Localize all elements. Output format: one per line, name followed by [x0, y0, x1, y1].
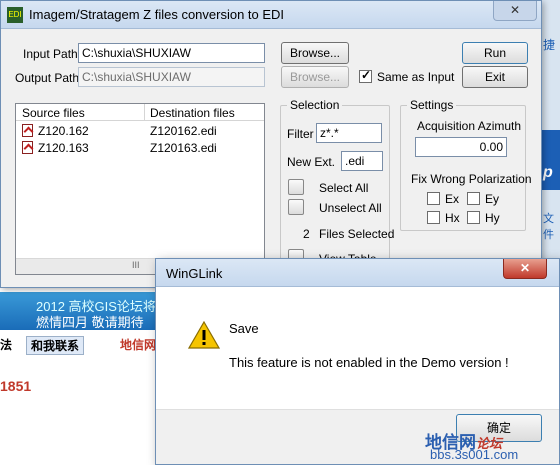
side-text: p: [543, 164, 553, 181]
browse-input-button[interactable]: Browse...: [281, 42, 349, 64]
side-text: 捷: [543, 38, 556, 52]
filter-label: Filter: [287, 127, 314, 141]
new-ext-label: New Ext.: [287, 155, 336, 169]
close-button[interactable]: ✕: [493, 1, 537, 21]
browse-output-button[interactable]: Browse...: [281, 66, 349, 88]
hx-checkbox[interactable]: [427, 211, 440, 224]
side-text: 文件: [543, 213, 554, 241]
list-item[interactable]: Z120.163 Z120163.edi: [16, 140, 264, 156]
warning-icon: [187, 320, 221, 352]
same-as-input-label: Same as Input: [377, 70, 455, 84]
unselect-all-label: Unselect All: [319, 201, 382, 215]
column-divider: [144, 104, 145, 121]
exit-button[interactable]: Exit: [462, 66, 528, 88]
app-icon: EDI: [7, 7, 23, 23]
title-bar: EDI Imagem/Stratagem Z files conversion …: [1, 1, 541, 29]
check-mark-icon: ✓: [361, 68, 372, 82]
background-side-strip: 捷 p 文件: [540, 0, 560, 260]
ey-checkbox[interactable]: [467, 192, 480, 205]
acquisition-azimuth-input[interactable]: 0.00: [415, 137, 507, 157]
select-all-button[interactable]: [288, 179, 304, 195]
source-file: Z120.163: [38, 141, 89, 155]
file-icon: [22, 124, 33, 137]
background-links: 法 和我联系 地信网: [0, 334, 170, 355]
output-path-label: Output Path: [15, 71, 80, 85]
dialog-close-button[interactable]: ✕: [503, 259, 547, 279]
background-banner[interactable]: 2012 高校GIS论坛将 燃情四月 敬请期待: [0, 292, 165, 330]
dialog-title-bar: WinGLink: [156, 259, 559, 287]
same-as-input-checkbox[interactable]: ✓: [359, 68, 372, 83]
banner-line: 燃情四月 敬请期待: [36, 315, 144, 330]
dialog-title: WinGLink: [166, 266, 223, 281]
select-all-label: Select All: [319, 181, 369, 195]
window-title: Imagem/Stratagem Z files conversion to E…: [29, 7, 285, 22]
conversion-window: EDI Imagem/Stratagem Z files conversion …: [0, 0, 542, 288]
contact-link[interactable]: 和我联系: [26, 336, 85, 355]
input-path-label: Input Path: [23, 47, 78, 61]
ey-label: Ey: [485, 192, 500, 206]
source-file: Z120.162: [38, 124, 89, 138]
column-header-source[interactable]: Source files: [22, 106, 85, 120]
scroll-grip: III: [132, 260, 140, 270]
dialog-message: This feature is not enabled in the Demo …: [229, 355, 509, 370]
ex-label: Ex: [445, 192, 460, 206]
run-button[interactable]: Run: [462, 42, 528, 64]
selected-count: 2: [303, 227, 310, 241]
watermark-url: bbs.3s001.com: [430, 447, 519, 462]
unselect-all-button[interactable]: [288, 199, 304, 215]
settings-group: Settings Acquisition Azimuth 0.00 Fix Wr…: [400, 98, 532, 231]
destination-file: Z120162.edi: [150, 124, 217, 138]
selection-title: Selection: [287, 98, 343, 112]
background-number: 1851: [0, 378, 32, 394]
fix-polarization-label: Fix Wrong Polarization: [411, 172, 532, 186]
output-path-field[interactable]: C:\shuxia\SHUXIAW: [78, 67, 265, 87]
files-selected-label: Files Selected: [319, 227, 395, 241]
selection-group: Selection Filter z*.* New Ext. .edi Sele…: [280, 98, 394, 275]
new-ext-input[interactable]: .edi: [341, 151, 383, 171]
hx-label: Hx: [445, 211, 460, 225]
file-list[interactable]: Source files Destination files Z120.162 …: [15, 103, 265, 275]
file-icon: [22, 141, 33, 154]
list-header: Source files Destination files: [16, 104, 264, 121]
hy-label: Hy: [485, 211, 500, 225]
list-item[interactable]: Z120.162 Z120162.edi: [16, 123, 264, 139]
dialog-heading: Save: [229, 321, 259, 336]
input-path-field[interactable]: C:\shuxia\SHUXIAW: [78, 43, 265, 63]
ex-checkbox[interactable]: [427, 192, 440, 205]
hy-checkbox[interactable]: [467, 211, 480, 224]
destination-file: Z120163.edi: [150, 141, 217, 155]
settings-title: Settings: [407, 98, 457, 112]
side-blue-block: p: [541, 130, 560, 190]
background-link[interactable]: 地信网: [120, 336, 156, 353]
background-link[interactable]: 法: [0, 336, 12, 353]
acquisition-azimuth-label: Acquisition Azimuth: [417, 119, 522, 133]
column-header-destination[interactable]: Destination files: [150, 106, 235, 120]
filter-input[interactable]: z*.*: [316, 123, 382, 143]
